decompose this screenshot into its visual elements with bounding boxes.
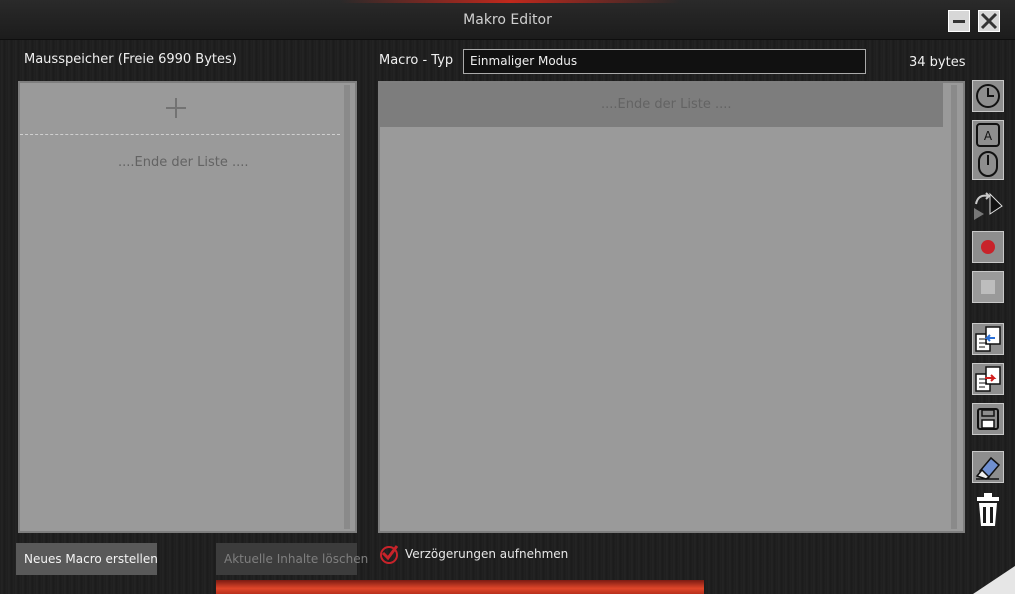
insert-delay-button[interactable] bbox=[972, 80, 1004, 112]
scrollbar[interactable] bbox=[951, 85, 957, 529]
trash-icon bbox=[977, 493, 999, 526]
macro-events-list[interactable]: ....Ende der Liste .... bbox=[378, 81, 965, 533]
mouse-memory-heading: Mausspeicher (Freie 6990 Bytes) bbox=[24, 52, 237, 67]
clear-content-button[interactable]: Aktuelle Inhalte löschen bbox=[216, 543, 368, 575]
keyboard-mouse-event-icon: A bbox=[976, 123, 1000, 177]
macro-type-label: Macro - Typ bbox=[379, 53, 454, 68]
record-delays-checkbox[interactable] bbox=[380, 545, 398, 564]
clear-events-button[interactable] bbox=[972, 451, 1004, 483]
new-macro-button[interactable]: Neues Macro erstellen bbox=[16, 543, 158, 575]
list-end-label: ....Ende der Liste .... bbox=[118, 155, 249, 170]
top-accent-glow bbox=[340, 0, 680, 3]
makro-editor-window: Makro Editor Mausspeicher (Freie 6990 By… bbox=[0, 0, 1015, 594]
stop-button[interactable] bbox=[972, 271, 1004, 303]
export-button[interactable] bbox=[972, 363, 1004, 395]
close-button[interactable] bbox=[978, 10, 1000, 32]
import-icon bbox=[975, 326, 1001, 352]
plus-icon-vertical bbox=[175, 98, 177, 118]
loop-cursor-icon bbox=[974, 192, 1003, 220]
close-icon bbox=[980, 12, 998, 30]
bytes-count: 34 bytes bbox=[909, 55, 966, 70]
list-end-row: ....Ende der Liste .... bbox=[380, 83, 943, 127]
eraser-icon bbox=[975, 456, 1001, 480]
bottom-accent-glow bbox=[216, 580, 704, 594]
delete-event-button[interactable] bbox=[972, 492, 1004, 526]
scrollbar[interactable] bbox=[344, 85, 350, 529]
resize-grip[interactable] bbox=[973, 566, 1015, 594]
record-button[interactable] bbox=[972, 231, 1004, 263]
record-icon bbox=[981, 240, 995, 254]
insert-key-mouse-button[interactable]: A bbox=[972, 120, 1004, 180]
add-macro-slot[interactable] bbox=[20, 83, 340, 135]
macro-type-select[interactable]: Einmaliger Modus bbox=[463, 49, 866, 74]
checkmark-icon bbox=[381, 545, 398, 561]
window-title: Makro Editor bbox=[463, 12, 552, 28]
record-delays-label: Verzögerungen aufnehmen bbox=[405, 547, 569, 561]
title-bar: Makro Editor bbox=[0, 0, 1015, 40]
minimize-button[interactable] bbox=[948, 10, 970, 32]
loop-button[interactable] bbox=[972, 190, 1004, 222]
minimize-icon bbox=[953, 20, 965, 23]
stop-icon bbox=[981, 280, 995, 294]
save-button[interactable] bbox=[972, 403, 1004, 435]
delay-clock-icon bbox=[976, 84, 1000, 108]
svg-text:A: A bbox=[984, 129, 993, 143]
list-end-label: ....Ende der Liste .... bbox=[601, 97, 732, 112]
save-icon bbox=[977, 408, 999, 430]
export-icon bbox=[975, 366, 1001, 392]
mouse-memory-list[interactable]: ....Ende der Liste .... bbox=[18, 81, 357, 533]
import-button[interactable] bbox=[972, 323, 1004, 355]
